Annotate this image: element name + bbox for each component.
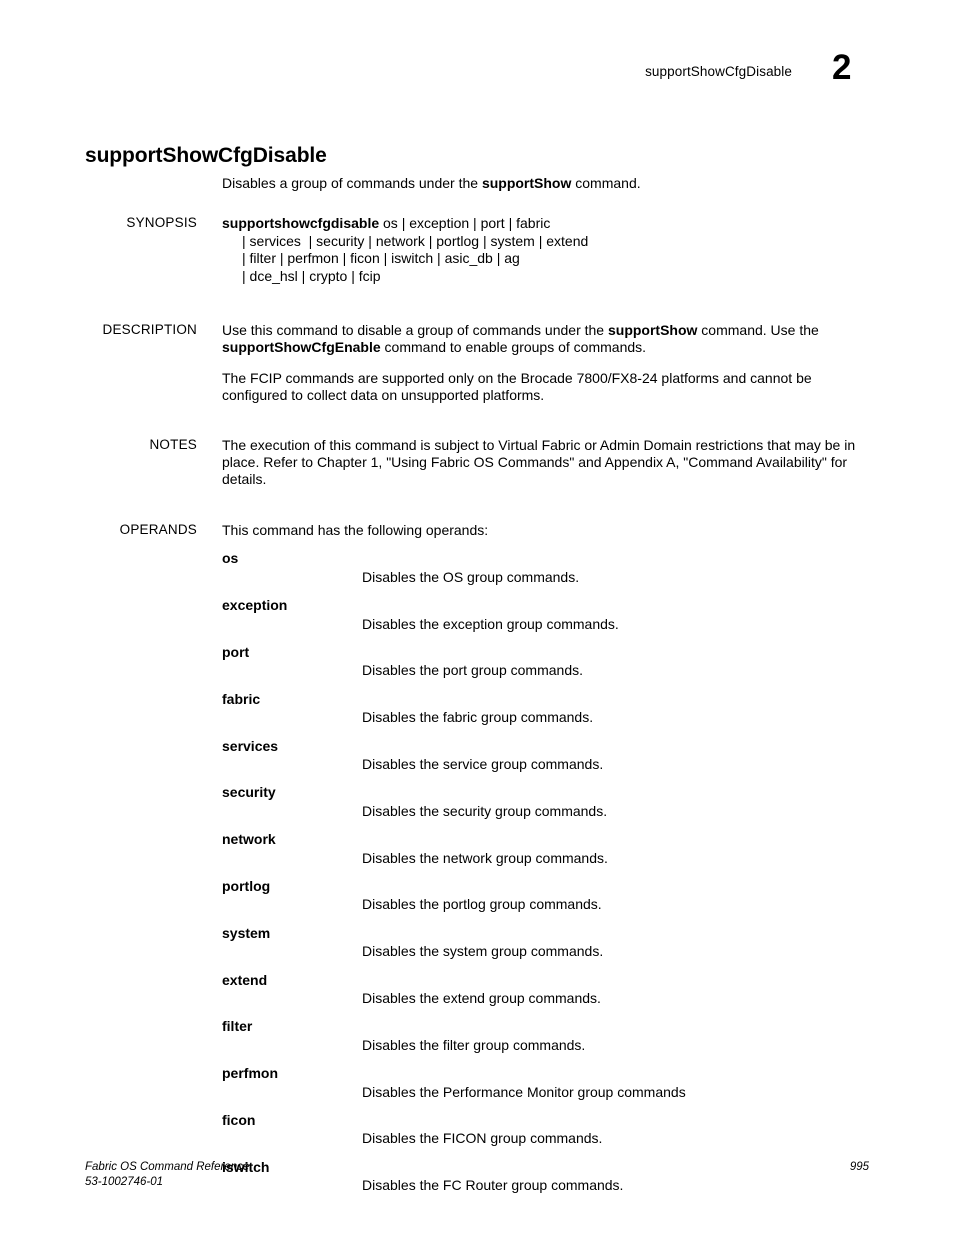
operand-term: perfmon	[222, 1065, 278, 1082]
operand-description: Disables the extend group commands.	[362, 990, 601, 1006]
notes-row: NOTES The execution of this command is s…	[0, 437, 954, 489]
footer-doc-number: 53-1002746-01	[85, 1175, 164, 1188]
operand-term: security	[222, 784, 276, 801]
description-p1-a: Use this command to disable a group of c…	[222, 322, 608, 339]
synopsis-operands-1: os | exception | port | fabric	[379, 215, 551, 232]
operand-term: portlog	[222, 877, 271, 894]
operand-description: Disables the security group commands.	[362, 802, 608, 819]
operand-term: extend	[222, 971, 268, 988]
description-body: Use this command to disable a group of c…	[222, 322, 870, 405]
operand-item: system Disables the system group commands…	[222, 925, 870, 961]
operand-description: Disables the system group commands.	[362, 943, 604, 960]
operand-item: filter Disables the filter group commands…	[222, 1018, 870, 1054]
operand-item: port Disables the port group commands.	[222, 644, 870, 680]
operand-item: fabric Disables the fabric group commands…	[222, 691, 870, 727]
section-label-synopsis: SYNOPSIS	[126, 215, 197, 231]
operand-list: os Disables the OS group commands. excepti…	[222, 550, 870, 1194]
page-content: Disables a group of commands under the s…	[0, 175, 954, 1195]
intro-paragraph: Disables a group of commands under the s…	[222, 175, 870, 192]
operand-term: port	[222, 643, 250, 660]
synopsis-body: supportshowcfgdisable os | exception | p…	[222, 215, 870, 285]
operand-description: Disables the filter group commands.	[362, 1036, 586, 1053]
operand-item: network Disables the network group comman…	[222, 831, 870, 867]
operand-term: filter	[222, 1018, 253, 1035]
operand-term: os	[222, 550, 239, 567]
operand-term: services	[222, 737, 279, 754]
chapter-number: 2	[832, 48, 852, 87]
operand-description: Disables the network group commands.	[362, 849, 608, 866]
operand-description: Disables the FICON group commands.	[362, 1130, 603, 1147]
operand-item: os Disables the OS group commands.	[222, 550, 870, 586]
footer-page-number: 995	[849, 1161, 869, 1173]
intro-bold-command: supportShow	[481, 175, 572, 191]
synopsis-row: SYNOPSIS supportshowcfgdisable os | exce…	[0, 215, 954, 285]
operand-description: Disables the OS group commands.	[362, 568, 580, 585]
operand-item: portlog Disables the portlog group comman…	[222, 878, 870, 914]
synopsis-line-3: | filter | perfmon | ficon | iswitch | a…	[242, 250, 520, 267]
description-paragraph-1: Use this command to disable a group of c…	[222, 322, 870, 357]
operand-description: Disables the exception group commands.	[362, 615, 619, 632]
operand-description: Disables the portlog group commands.	[362, 896, 602, 913]
description-p1-c: command to enable groups of commands.	[380, 339, 647, 356]
section-label-description: DESCRIPTION	[102, 322, 197, 338]
operand-item: security Disables the security group comm…	[222, 784, 870, 820]
operand-item: exception Disables the exception group co…	[222, 597, 870, 633]
operand-item: services Disables the service group comma…	[222, 738, 870, 774]
operand-term: exception	[222, 597, 288, 614]
intro-before: Disables a group of commands under the	[222, 175, 482, 191]
operand-term: system	[222, 924, 271, 941]
intro-row: Disables a group of commands under the s…	[0, 175, 954, 192]
operand-description: Disables the Performance Monitor group c…	[362, 1083, 686, 1100]
operand-term: network	[222, 831, 276, 848]
operand-description: Disables the fabric group commands.	[362, 709, 594, 726]
description-bold-supportshow: supportShow	[607, 322, 698, 339]
description-bold-supportshowcfgenable: supportShowCfgEnable	[222, 339, 381, 356]
footer-doc-info: Fabric OS Command Reference 53-1002746-0…	[85, 1160, 249, 1189]
operands-row: OPERANDS This command has the following …	[0, 522, 954, 1195]
synopsis-command: supportshowcfgdisable	[222, 215, 380, 232]
operands-intro: This command has the following operands:	[222, 521, 489, 538]
operand-term: fabric	[222, 690, 261, 707]
running-head-title: supportShowCfgDisable	[645, 64, 792, 79]
operands-body: This command has the following operands:…	[222, 522, 870, 1195]
section-label-notes: NOTES	[149, 436, 197, 452]
operand-item: extend Disables the extend group commands…	[222, 972, 870, 1008]
synopsis-line-2: | services | security | network | portlo…	[242, 232, 589, 249]
operand-item: ficon Disables the FICON group commands.	[222, 1112, 870, 1148]
synopsis-line-1: supportshowcfgdisable os | exception | p…	[222, 215, 870, 232]
page-title: supportShowCfgDisable	[85, 144, 327, 168]
description-paragraph-2: The FCIP commands are supported only on …	[222, 369, 812, 404]
operand-description: Disables the port group commands.	[362, 662, 583, 679]
footer-doc-title: Fabric OS Command Reference	[85, 1161, 250, 1173]
operand-description: Disables the service group commands.	[362, 755, 604, 772]
page-footer: Fabric OS Command Reference 53-1002746-0…	[85, 1160, 869, 1189]
operand-item: perfmon Disables the Performance Monitor …	[222, 1065, 870, 1101]
document-page: supportShowCfgDisable 2 supportShowCfgDi…	[0, 0, 954, 1235]
notes-text: The execution of this command is subject…	[222, 436, 856, 488]
operand-term: ficon	[222, 1112, 256, 1129]
synopsis-line-4: | dce_hsl | crypto | fcip	[242, 267, 381, 284]
notes-body: The execution of this command is subject…	[222, 437, 882, 489]
running-head: supportShowCfgDisable 2	[0, 50, 954, 102]
section-label-operands: OPERANDS	[119, 521, 197, 537]
description-p1-b: command. Use the	[697, 322, 819, 339]
intro-after: command.	[571, 175, 641, 191]
description-row: DESCRIPTION Use this command to disable …	[0, 322, 954, 405]
intro-text: Disables a group of commands under the s…	[222, 175, 870, 192]
